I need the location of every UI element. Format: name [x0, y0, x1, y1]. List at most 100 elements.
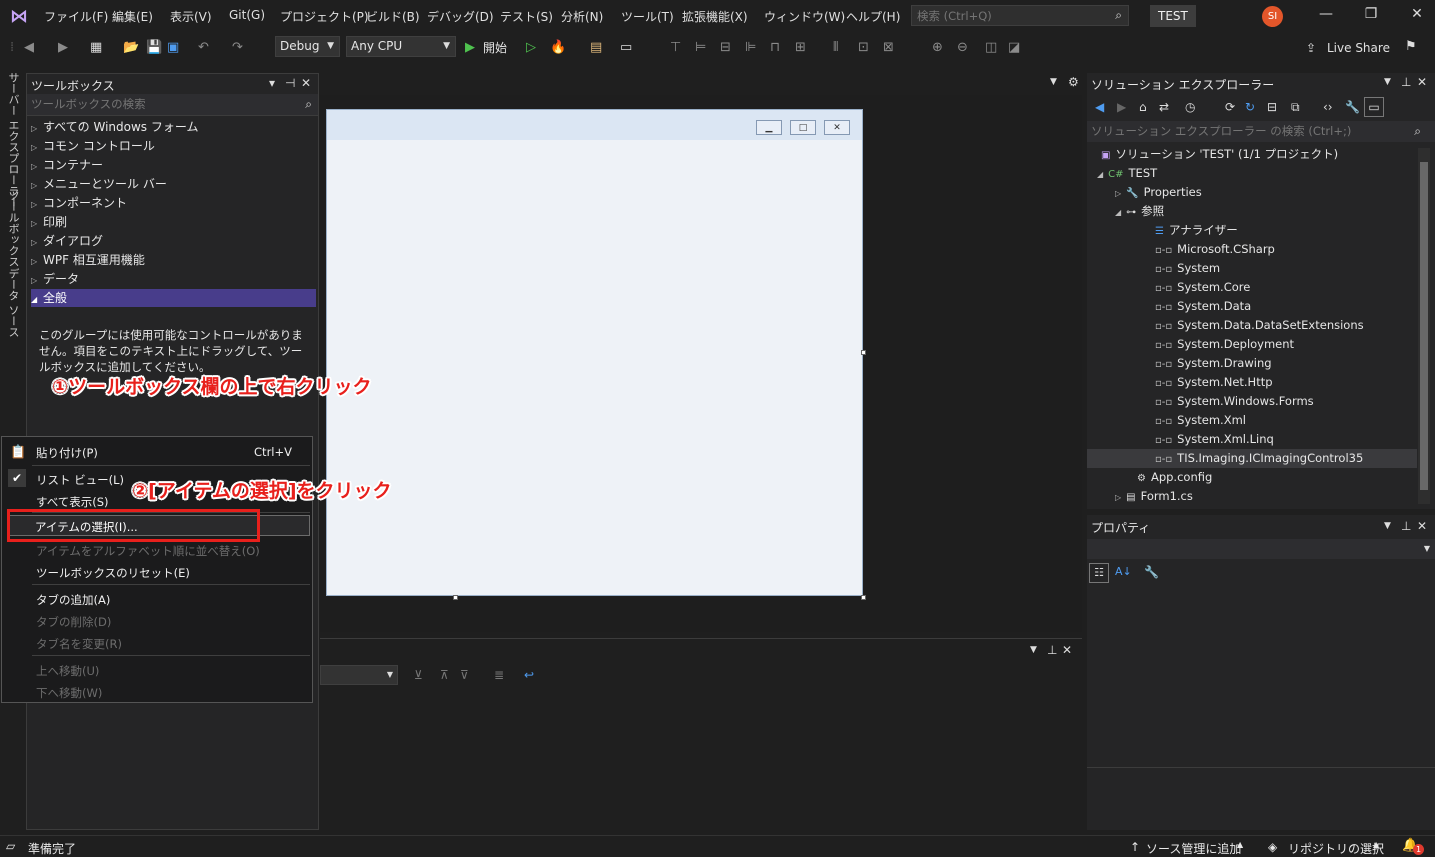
hot-reload-icon[interactable]: 🔥 [550, 40, 566, 55]
solution-search-input[interactable] [1087, 121, 1395, 141]
align-middle-icon[interactable]: ⊞ [795, 40, 806, 55]
menu-extensions[interactable]: 拡張機能(X) [682, 8, 748, 25]
show-all-files-icon[interactable]: ⧉ [1291, 100, 1300, 115]
panel-options-icon[interactable]: ▼ [1030, 645, 1037, 655]
collapse-all-icon[interactable]: ⊟ [1267, 100, 1277, 114]
size-icon[interactable]: ⊡ [858, 40, 869, 55]
pending-changes-icon[interactable]: ◷ [1185, 100, 1195, 114]
tree-references-node[interactable]: ◢ ⊶ 参照 [1115, 202, 1164, 221]
menu-view[interactable]: 表示(V) [170, 8, 212, 25]
menu-item-paste[interactable]: 貼り付け(P) [36, 445, 98, 461]
tree-reference-item[interactable]: ▫-▫ System.Xml [1155, 411, 1246, 430]
global-search-input[interactable] [912, 6, 1102, 26]
layout-icon[interactable]: ▭ [620, 40, 632, 55]
panel-options-icon[interactable]: ▾ [269, 76, 275, 90]
clear-all-icon[interactable]: ≣ [494, 668, 504, 682]
toolbox-category[interactable]: ▷ コモン コントロール [31, 137, 316, 155]
menu-project[interactable]: プロジェクト(P) [280, 8, 369, 25]
tree-reference-item[interactable]: ▫-▫ System.Windows.Forms [1155, 392, 1314, 411]
start-icon[interactable]: ▶ [465, 40, 475, 55]
resize-handle-corner[interactable] [861, 595, 866, 600]
switch-views-icon[interactable]: ⇄ [1159, 100, 1169, 114]
solution-explorer-panel[interactable]: ソリューション エクスプローラー ▼ ⊥ ✕ ◀ ▶ ⌂ ⇄ ◷ ⟳ ↻ ⊟ ⧉… [1087, 73, 1435, 509]
previous-message-icon[interactable]: ⊼ [440, 668, 449, 682]
center-h-icon[interactable]: ⊕ [932, 40, 943, 55]
tree-reference-item[interactable]: ▫-▫ System.Data [1155, 297, 1251, 316]
close-icon[interactable]: ✕ [1417, 519, 1427, 533]
toolbox-category[interactable]: ▷ メニューとツール バー [31, 175, 316, 193]
alphabetical-icon[interactable]: A↓ [1115, 565, 1132, 578]
pin-icon[interactable]: ⊥ [1401, 75, 1411, 89]
pin-icon[interactable]: ⊥ [1401, 519, 1411, 533]
object-selector-dropdown[interactable]: ▼ [1087, 539, 1435, 559]
spacing-icon[interactable]: ⫴ [833, 40, 838, 55]
resize-handle-bottom[interactable] [453, 595, 458, 600]
menu-item-add-tab[interactable]: タブの追加(A) [36, 592, 110, 608]
scrollbar-thumb[interactable] [1420, 162, 1428, 490]
tree-reference-item[interactable]: ▫-▫ System.Xml.Linq [1155, 430, 1274, 449]
menu-item-reset-toolbox[interactable]: ツールボックスのリセット(E) [36, 565, 190, 581]
menu-item-show-all[interactable]: すべて表示(S) [36, 494, 109, 510]
toolbox-category[interactable]: ▷ WPF 相互運用機能 [31, 251, 316, 269]
undo-icon[interactable]: ↶ [198, 40, 209, 55]
align-top-icon[interactable]: ⊓ [770, 40, 780, 55]
menu-tools[interactable]: ツール(T) [621, 8, 674, 25]
word-wrap-icon[interactable]: ↩ [524, 668, 534, 682]
feedback-icon[interactable]: ⚑ [1405, 39, 1417, 54]
align-icon[interactable]: ⊤ [670, 40, 681, 55]
new-project-icon[interactable]: ▦ [90, 40, 102, 55]
tree-reference-item[interactable]: ▫-▫ System.Core [1155, 278, 1250, 297]
toolbox-category[interactable]: ▷ ダイアログ [31, 232, 316, 250]
start-without-debug-icon[interactable]: ▷ [526, 40, 536, 55]
panel-options-icon[interactable]: ▼ [1384, 521, 1391, 531]
find-message-icon[interactable]: ⊻ [414, 668, 423, 682]
send-back-icon[interactable]: ◪ [1008, 40, 1020, 55]
save-icon[interactable]: 💾 [146, 40, 162, 55]
menu-git[interactable]: Git(G) [229, 8, 265, 22]
next-message-icon[interactable]: ⊽ [460, 668, 469, 682]
view-code-icon[interactable]: ‹› [1323, 100, 1333, 114]
output-panel[interactable]: ▼ ⊥ ✕ ▼ ⊻ ⊼ ⊽ ≣ ↩ [320, 638, 1082, 831]
folder-view-icon[interactable]: ▤ [590, 40, 602, 55]
grid-icon[interactable]: ⊠ [883, 40, 894, 55]
align-right-icon[interactable]: ⊫ [745, 40, 756, 55]
back-icon[interactable]: ◀ [24, 40, 34, 55]
toolbox-category-selected[interactable]: ◢ 全般 [31, 289, 316, 307]
avatar[interactable]: SI [1262, 6, 1283, 27]
toolbox-category[interactable]: ▷ すべての Windows フォーム [31, 118, 316, 136]
forward-icon[interactable]: ▶ [1117, 100, 1126, 114]
global-search-box[interactable]: ⌕ [911, 5, 1129, 26]
output-source-dropdown[interactable]: ▼ [320, 665, 398, 685]
tab-server-explorer[interactable]: サーバー エクスプローラー [5, 72, 21, 208]
redo-icon[interactable]: ↷ [232, 40, 243, 55]
resize-handle-right[interactable] [861, 350, 866, 355]
tree-reference-item-selected[interactable]: ▫-▫ TIS.Imaging.ICImagingControl35 [1155, 449, 1363, 468]
tab-list-dropdown-icon[interactable]: ▼ [1050, 77, 1057, 87]
properties-panel[interactable]: プロパティ ▼ ⊥ ✕ ▼ ☷ A↓ 🔧 [1087, 515, 1435, 830]
menu-analyze[interactable]: 分析(N) [561, 8, 603, 25]
preview-icon[interactable]: ▭ [1364, 97, 1384, 117]
start-button[interactable]: 開始 [483, 39, 507, 56]
tree-reference-item[interactable]: ▫-▫ System.Data.DataSetExtensions [1155, 316, 1364, 335]
platform-dropdown[interactable]: Any CPU ▼ [346, 36, 456, 57]
toolbox-search-input[interactable] [27, 94, 275, 114]
menu-build[interactable]: ビルド(B) [366, 8, 420, 25]
toolbox-category[interactable]: ▷ コンテナー [31, 156, 316, 174]
live-share-icon[interactable]: ⇪ [1306, 41, 1316, 55]
close-icon[interactable]: ✕ [1062, 643, 1072, 657]
close-icon[interactable]: ✕ [301, 76, 311, 90]
menu-window[interactable]: ウィンドウ(W) [764, 8, 845, 25]
toolbox-category[interactable]: ▷ コンポーネント [31, 194, 316, 212]
menu-help[interactable]: ヘルプ(H) [846, 8, 900, 25]
tree-reference-item[interactable]: ▫-▫ System.Deployment [1155, 335, 1294, 354]
menu-debug[interactable]: デバッグ(D) [427, 8, 494, 25]
tree-reference-item[interactable]: ▫-▫ System.Drawing [1155, 354, 1272, 373]
align-left-icon[interactable]: ⊨ [695, 40, 706, 55]
add-to-source-control-button[interactable]: ソース管理に追加 [1146, 840, 1241, 857]
close-window-icon[interactable]: ✕ [1397, 6, 1435, 22]
minimize-icon[interactable]: — [1306, 6, 1346, 22]
sync-icon[interactable]: ⟳ [1225, 100, 1235, 114]
tree-reference-item[interactable]: ▫-▫ System [1155, 259, 1220, 278]
menu-test[interactable]: テスト(S) [500, 8, 553, 25]
menu-item-list-view[interactable]: リスト ビュー(L) [36, 472, 124, 488]
